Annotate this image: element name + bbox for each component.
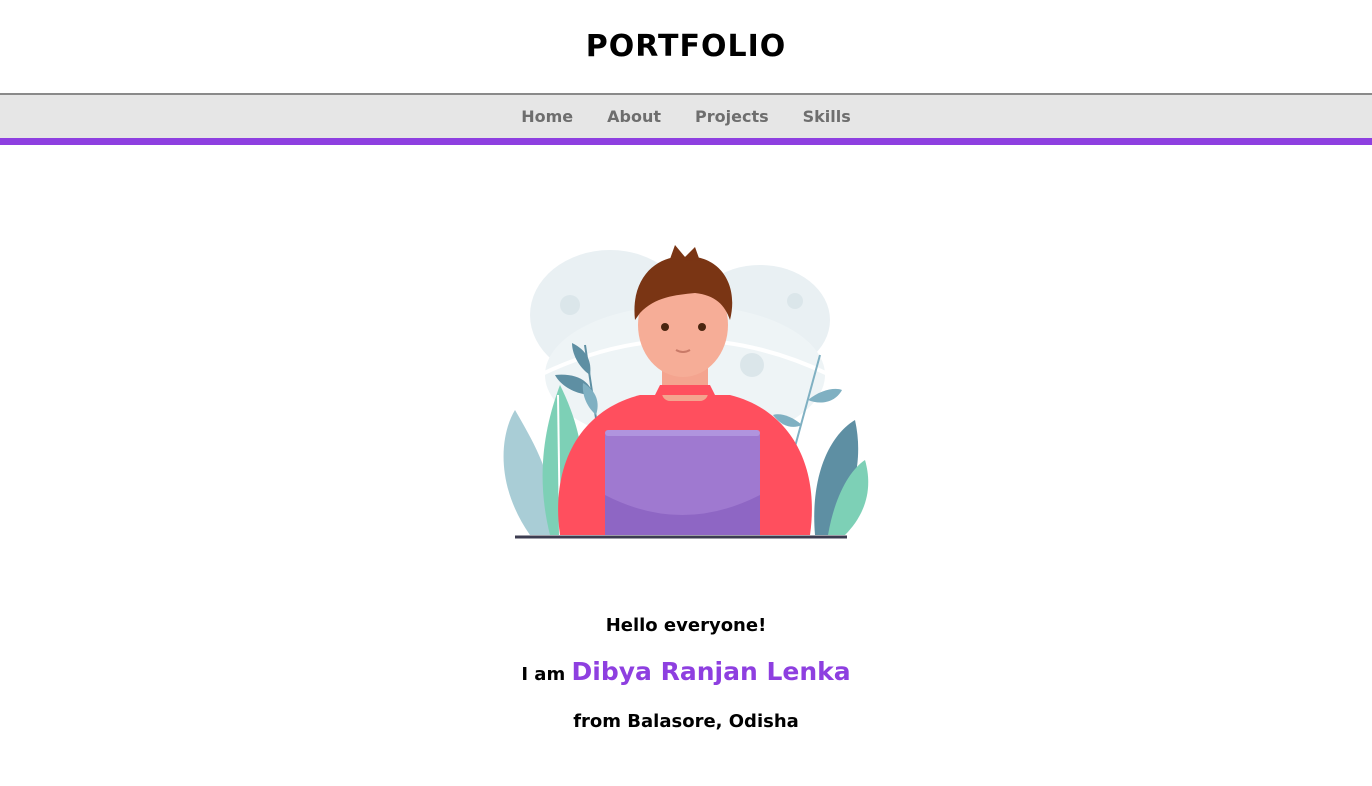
nav-link-about[interactable]: About [590, 107, 678, 126]
location-text: from Balasore, Odisha [573, 711, 799, 732]
greeting-text: Hello everyone! [605, 615, 767, 636]
page-title: PORTFOLIO [585, 29, 787, 64]
nav-link-home[interactable]: Home [504, 107, 590, 126]
name-prefix: I am [521, 664, 566, 685]
person-name: Dibya Ranjan Lenka [571, 657, 851, 686]
site-header: PORTFOLIO [0, 0, 1372, 93]
name-line: I am Dibya Ranjan Lenka [0, 657, 1372, 686]
laptop-illustration [605, 430, 760, 535]
nav-link-projects[interactable]: Projects [678, 107, 786, 126]
nav-link-skills[interactable]: Skills [786, 107, 868, 126]
hero-section: Hello everyone! I am Dibya Ranjan Lenka … [0, 145, 1372, 786]
developer-illustration [503, 245, 869, 539]
main-navbar: Home About Projects Skills [0, 93, 1372, 145]
